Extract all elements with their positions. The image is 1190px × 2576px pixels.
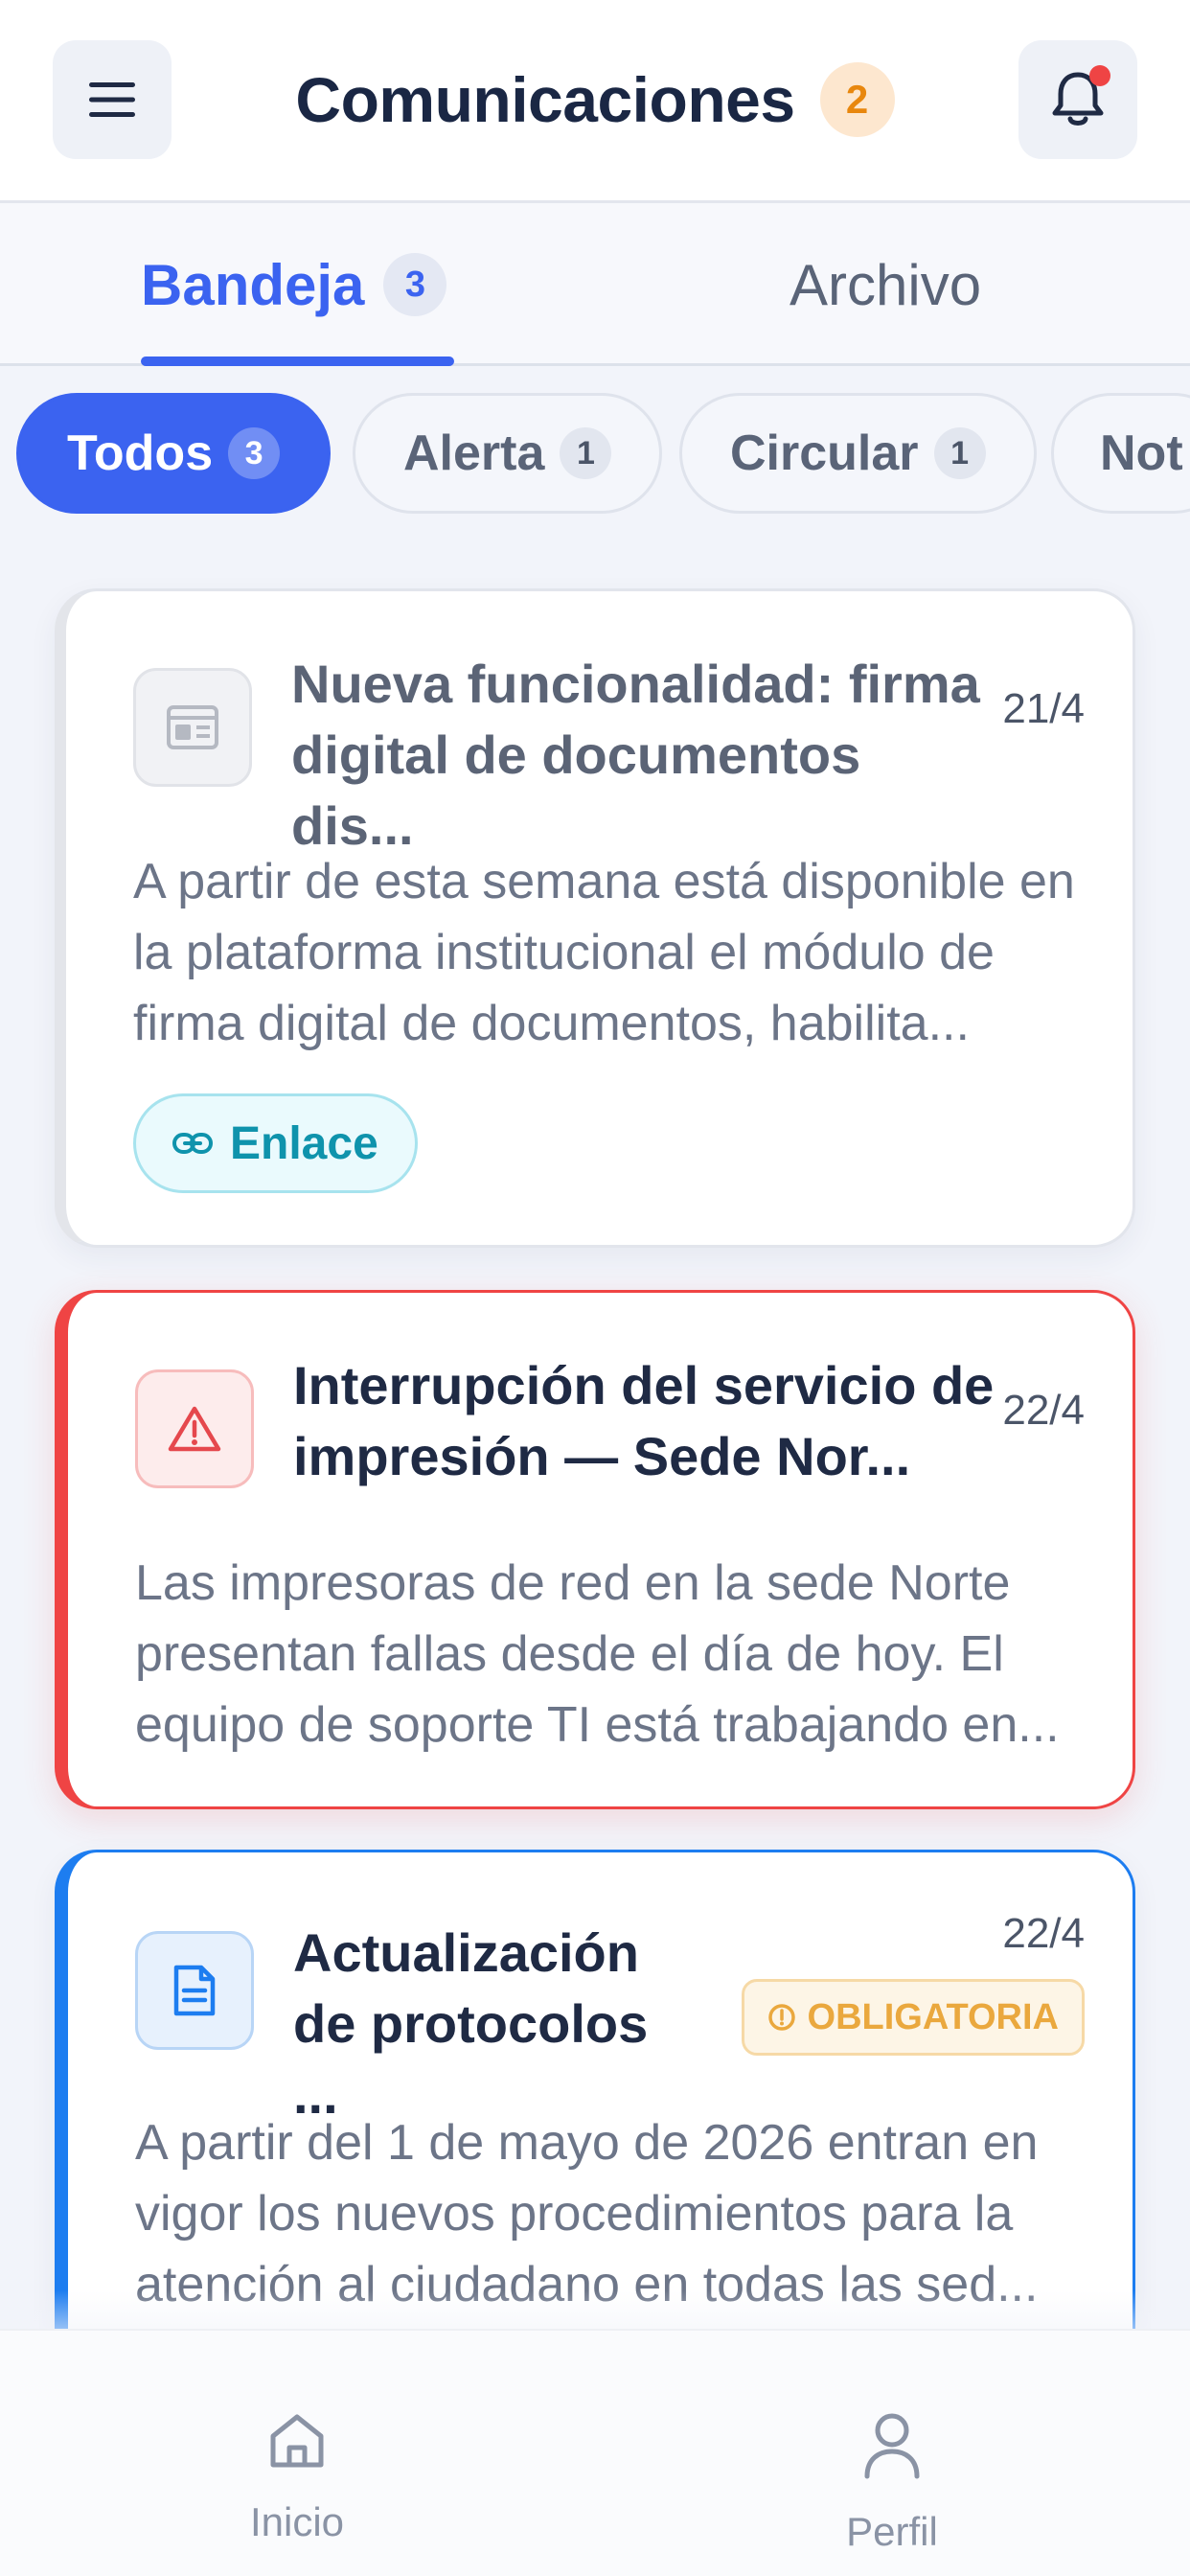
tab-count-badge: 3 (383, 253, 447, 316)
tab-bar: Bandeja 3 Archivo (0, 203, 1190, 366)
tab-archivo[interactable]: Archivo (790, 203, 981, 366)
message-card[interactable]: Nueva funcionalidad: firma digital de do… (55, 588, 1135, 1248)
card-title: Interrupción del servicio de impresión —… (293, 1355, 995, 1486)
warning-triangle-icon (168, 1406, 221, 1452)
tab-label: Archivo (790, 252, 982, 317)
active-tab-indicator (141, 356, 454, 366)
card-title: Actualización de protocolos ... (293, 1922, 649, 2125)
nav-item-perfil[interactable]: Perfil (748, 2331, 1036, 2576)
card-date: 22/4 (1002, 1910, 1085, 1957)
unread-count-badge: 2 (819, 62, 895, 137)
filter-chips: Todos 3 Alerta 1 Circular 1 Not (0, 393, 1190, 516)
card-date: 21/4 (1002, 685, 1085, 732)
page-title: Comunicaciones (295, 64, 795, 135)
chip-count: 1 (560, 427, 612, 479)
card-icon-box (135, 1369, 254, 1488)
chip-label: Circular (730, 426, 919, 481)
chip-count: 3 (228, 427, 281, 479)
card-icon-box (133, 668, 252, 787)
bottom-navigation: Inicio Perfil (0, 2329, 1190, 2576)
home-icon (270, 2414, 324, 2468)
link-tag-label: Enlace (230, 1117, 378, 1169)
link-tag[interactable]: Enlace (133, 1093, 418, 1193)
message-card-alert[interactable]: Interrupción del servicio de impresión —… (55, 1290, 1135, 1809)
notification-dot (1089, 65, 1110, 86)
card-icon-box (135, 1931, 254, 2050)
card-body: Las impresoras de red en la sede Norte p… (135, 1555, 1060, 1753)
nav-item-inicio[interactable]: Inicio (153, 2331, 441, 2576)
link-icon (172, 1133, 213, 1154)
chip-label: Alerta (403, 426, 545, 481)
exclamation-circle-icon (767, 2004, 795, 2031)
card-body: A partir del 1 de mayo de 2026 entran en… (135, 2115, 1039, 2312)
tab-bandeja[interactable]: Bandeja 3 (141, 203, 447, 366)
filter-chip-circular[interactable]: Circular 1 (679, 393, 1037, 514)
document-icon (173, 1965, 216, 2016)
notifications-button[interactable] (1018, 40, 1137, 159)
chip-label: Todos (67, 426, 214, 481)
user-icon (864, 2413, 920, 2479)
nav-label: Perfil (846, 2509, 938, 2554)
card-title: Nueva funcionalidad: firma digital de do… (291, 654, 980, 856)
card-date: 22/4 (1002, 1387, 1085, 1434)
nav-label: Inicio (249, 2499, 345, 2544)
title-wrap: Comunicaciones 2 (0, 40, 1190, 159)
card-body: A partir de esta semana está disponible … (133, 854, 1075, 1051)
filter-chip-noticia[interactable]: Not (1051, 393, 1190, 514)
chip-label: Not (1100, 426, 1183, 481)
mandatory-badge-label: OBLIGATORIA (807, 1996, 1059, 2037)
mandatory-badge: OBLIGATORIA (741, 1979, 1085, 2056)
chip-count: 1 (933, 427, 986, 479)
filter-chip-todos[interactable]: Todos 3 (16, 393, 332, 514)
app-header: Comunicaciones 2 (0, 0, 1190, 203)
newspaper-icon (167, 705, 218, 749)
tab-label: Bandeja (141, 252, 365, 317)
filter-chip-alerta[interactable]: Alerta 1 (353, 393, 663, 514)
